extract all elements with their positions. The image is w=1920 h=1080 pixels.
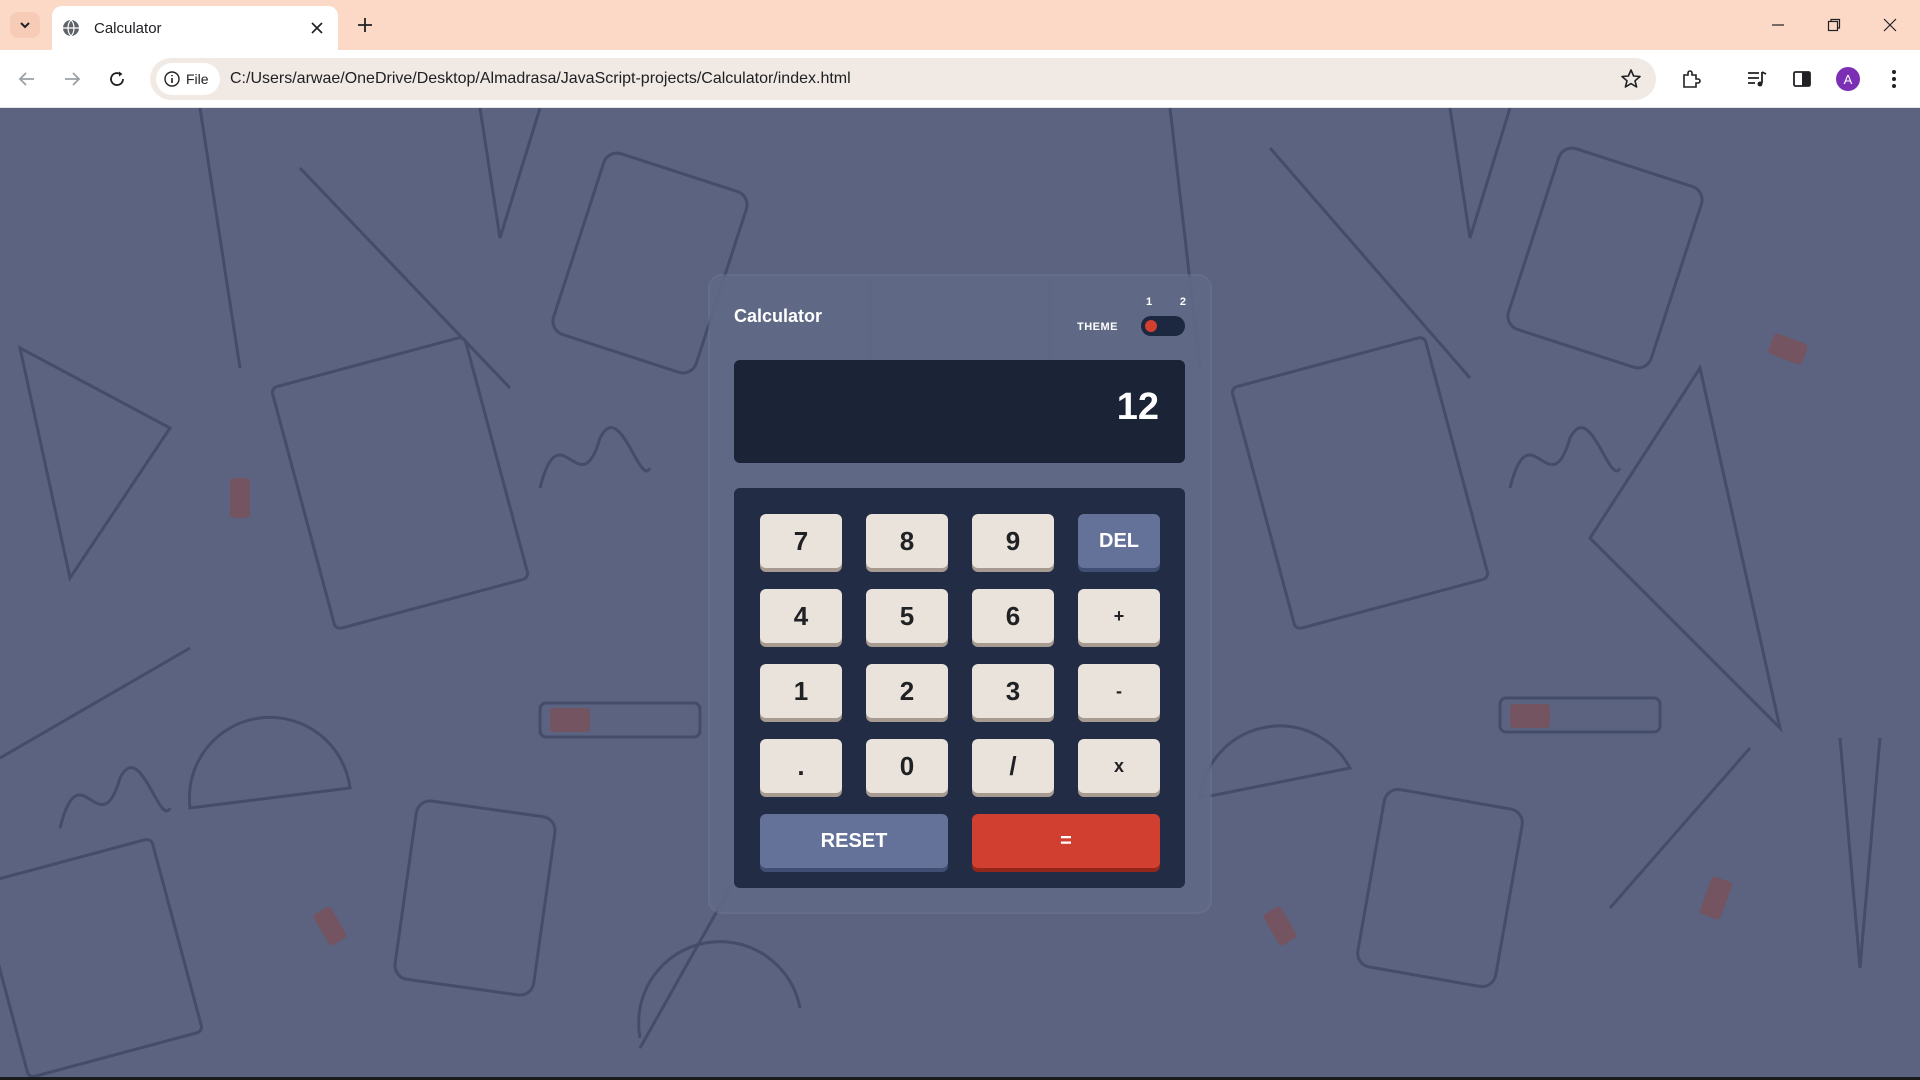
key-0[interactable]: 0	[866, 739, 948, 793]
close-icon	[1883, 18, 1897, 32]
minus-button[interactable]: -	[1078, 664, 1160, 718]
bookmark-star-icon[interactable]	[1620, 68, 1642, 90]
key-8[interactable]: 8	[866, 514, 948, 568]
close-window-button[interactable]	[1868, 8, 1912, 42]
reload-button[interactable]	[102, 64, 132, 94]
avatar: A	[1836, 67, 1860, 91]
arrow-right-icon	[65, 72, 81, 86]
url-text: C:/Users/arwae/OneDrive/Desktop/Almadras…	[230, 70, 851, 87]
page-background: Calculator 1 2 THEME 12 7 8 9 DEL 4 5 6 …	[0, 108, 1920, 1080]
divide-button[interactable]: /	[972, 739, 1054, 793]
plus-icon	[358, 18, 372, 32]
extensions-button[interactable]	[1676, 64, 1706, 94]
restore-button[interactable]	[1812, 8, 1856, 42]
site-info-chip[interactable]: File	[156, 63, 220, 95]
kebab-menu-icon	[1892, 70, 1896, 88]
decimal-button[interactable]: .	[760, 739, 842, 793]
reset-button[interactable]: RESET	[760, 814, 948, 868]
site-info-label: File	[186, 71, 209, 87]
close-tab-icon[interactable]	[306, 17, 328, 39]
tab-search-button[interactable]	[10, 12, 40, 38]
profile-button[interactable]: A	[1833, 64, 1863, 94]
chevron-down-icon	[20, 22, 30, 29]
calculator-card: Calculator 1 2 THEME 12 7 8 9 DEL 4 5 6 …	[710, 276, 1210, 912]
key-2[interactable]: 2	[866, 664, 948, 718]
browser-toolbar: File C:/Users/arwae/OneDrive/Desktop/Alm…	[0, 50, 1920, 108]
browser-tab[interactable]: Calculator	[52, 6, 338, 50]
tab-title: Calculator	[94, 19, 162, 37]
key-9[interactable]: 9	[972, 514, 1054, 568]
theme-option-labels: 1 2	[1146, 296, 1186, 308]
side-panel-button[interactable]	[1787, 64, 1817, 94]
theme-toggle[interactable]	[1141, 316, 1185, 336]
browser-tab-bar: Calculator	[0, 0, 1920, 50]
key-7[interactable]: 7	[760, 514, 842, 568]
theme-toggle-knob[interactable]	[1145, 320, 1157, 332]
plus-button[interactable]: +	[1078, 589, 1160, 643]
key-6[interactable]: 6	[972, 589, 1054, 643]
side-panel-icon	[1793, 71, 1811, 87]
arrow-left-icon	[18, 72, 34, 86]
key-4[interactable]: 4	[760, 589, 842, 643]
back-button[interactable]	[12, 64, 42, 94]
equals-button[interactable]: =	[972, 814, 1160, 868]
delete-button[interactable]: DEL	[1078, 514, 1160, 568]
reload-icon	[110, 71, 124, 86]
puzzle-icon	[1683, 70, 1701, 88]
forward-button[interactable]	[57, 64, 87, 94]
theme-option-2: 2	[1179, 296, 1186, 308]
calculator-title: Calculator	[734, 306, 823, 326]
theme-option-1: 1	[1146, 296, 1153, 308]
info-icon	[164, 71, 180, 87]
media-controls-button[interactable]	[1742, 64, 1772, 94]
minimize-button[interactable]	[1756, 8, 1800, 42]
key-3[interactable]: 3	[972, 664, 1054, 718]
new-tab-button[interactable]	[352, 12, 378, 38]
keypad: 7 8 9 DEL 4 5 6 + 1 2 3 - . 0 / x RESET …	[734, 488, 1185, 888]
theme-label: THEME	[1077, 321, 1118, 333]
address-bar[interactable]: File C:/Users/arwae/OneDrive/Desktop/Alm…	[150, 58, 1656, 100]
display-value: 12	[1116, 386, 1159, 428]
multiply-button[interactable]: x	[1078, 739, 1160, 793]
restore-icon	[1827, 18, 1841, 32]
globe-icon	[63, 19, 79, 37]
calculator-display: 12	[734, 360, 1185, 463]
playlist-icon	[1748, 71, 1767, 87]
key-1[interactable]: 1	[760, 664, 842, 718]
browser-menu-button[interactable]	[1879, 64, 1909, 94]
key-5[interactable]: 5	[866, 589, 948, 643]
minimize-icon	[1772, 24, 1784, 26]
